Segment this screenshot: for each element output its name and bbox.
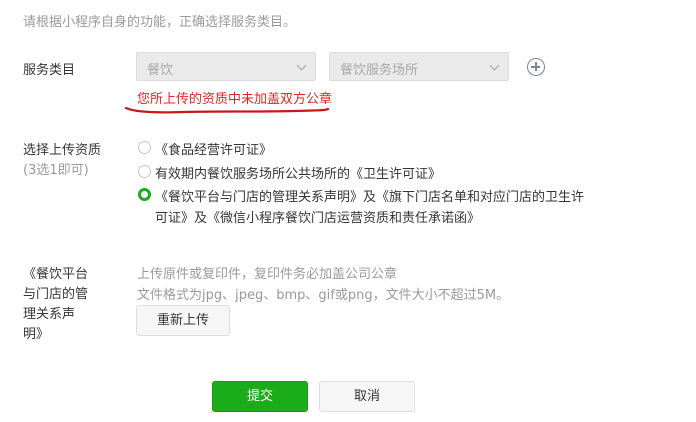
add-category-plus-icon[interactable] <box>527 58 545 76</box>
upload-label-line-1: 《餐饮平台 <box>23 267 89 282</box>
upload-note-original: 上传原件或复印件，复印件务必加盖公司公章 <box>137 267 398 282</box>
qualification-radio-1[interactable] <box>138 141 151 154</box>
page-hint: 请根据小程序自身的功能，正确选择服务类目。 <box>23 15 297 30</box>
upload-label-line-4: 明》 <box>23 327 50 342</box>
upload-label-line-3: 理关系声 <box>23 307 76 322</box>
chevron-down-icon <box>489 60 500 71</box>
qualification-option-1[interactable]: 《食品经营许可证》 <box>155 139 272 158</box>
category-select-primary-value: 餐饮 <box>147 63 174 78</box>
category-select-secondary[interactable]: 餐饮服务场所 <box>329 52 509 81</box>
qualification-radio-2[interactable] <box>138 165 151 178</box>
chevron-down-icon <box>296 60 307 71</box>
category-select-secondary-value: 餐饮服务场所 <box>340 63 419 78</box>
upload-note-format: 文件格式为jpg、jpeg、bmp、gif或png，文件大小不超过5M。 <box>137 288 510 303</box>
cancel-button[interactable]: 取消 <box>319 381 415 412</box>
handwritten-underline <box>124 106 330 114</box>
category-label: 服务类目 <box>23 63 76 78</box>
category-select-primary[interactable]: 餐饮 <box>136 52 316 81</box>
submit-button[interactable]: 提交 <box>212 381 308 412</box>
qualification-sublabel: (3选1即可) <box>23 163 89 178</box>
upload-label-line-2: 与门店的管 <box>23 287 89 302</box>
qualification-radio-3[interactable] <box>138 188 151 201</box>
qualification-label: 选择上传资质 <box>23 143 102 158</box>
qualification-option-2[interactable]: 有效期内餐饮服务场所公共场所的《卫生许可证》 <box>155 163 441 182</box>
qualification-option-3-continued[interactable]: 可证》及《微信小程序餐饮门店运营资质和责任承诺函》 <box>155 207 480 226</box>
reupload-button[interactable]: 重新上传 <box>136 305 230 336</box>
qualification-option-3[interactable]: 《餐饮平台与门店的管理关系声明》及《旗下门店名单和对应门店的卫生许 <box>155 186 584 205</box>
